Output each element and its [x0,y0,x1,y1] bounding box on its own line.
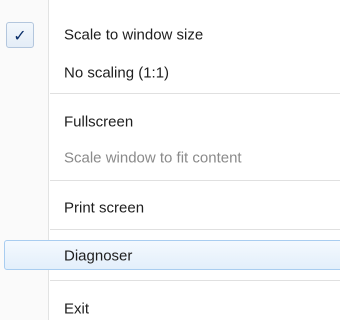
menu-item-label: Exit [64,300,90,317]
menu-separator [50,280,340,281]
menu-item-label: Diagnoser [64,247,133,264]
menu-item-exit[interactable]: Exit [0,292,340,325]
menu-separator [50,93,340,94]
checkmark-icon: ✓ [6,22,34,48]
menu-item-scale-window-to-fit: Scale window to fit content [0,141,340,174]
menu-item-label: No scaling (1:1) [64,64,170,81]
menu-item-fullscreen[interactable]: Fullscreen [0,105,340,138]
menu-item-scale-to-window[interactable]: ✓ Scale to window size [0,18,340,51]
menu-item-diagnoser[interactable]: Diagnoser [0,239,340,272]
menu-separator [50,229,340,230]
menu-item-no-scaling[interactable]: No scaling (1:1) [0,56,340,89]
menu-item-label: Scale to window size [64,26,204,43]
menu-item-label: Scale window to fit content [64,149,242,166]
menu-item-label: Print screen [64,199,145,216]
menu-separator [50,180,340,181]
menu-item-label: Fullscreen [64,113,134,130]
context-menu: ✓ Scale to window size No scaling (1:1) … [0,0,340,320]
menu-item-print-screen[interactable]: Print screen [0,191,340,224]
